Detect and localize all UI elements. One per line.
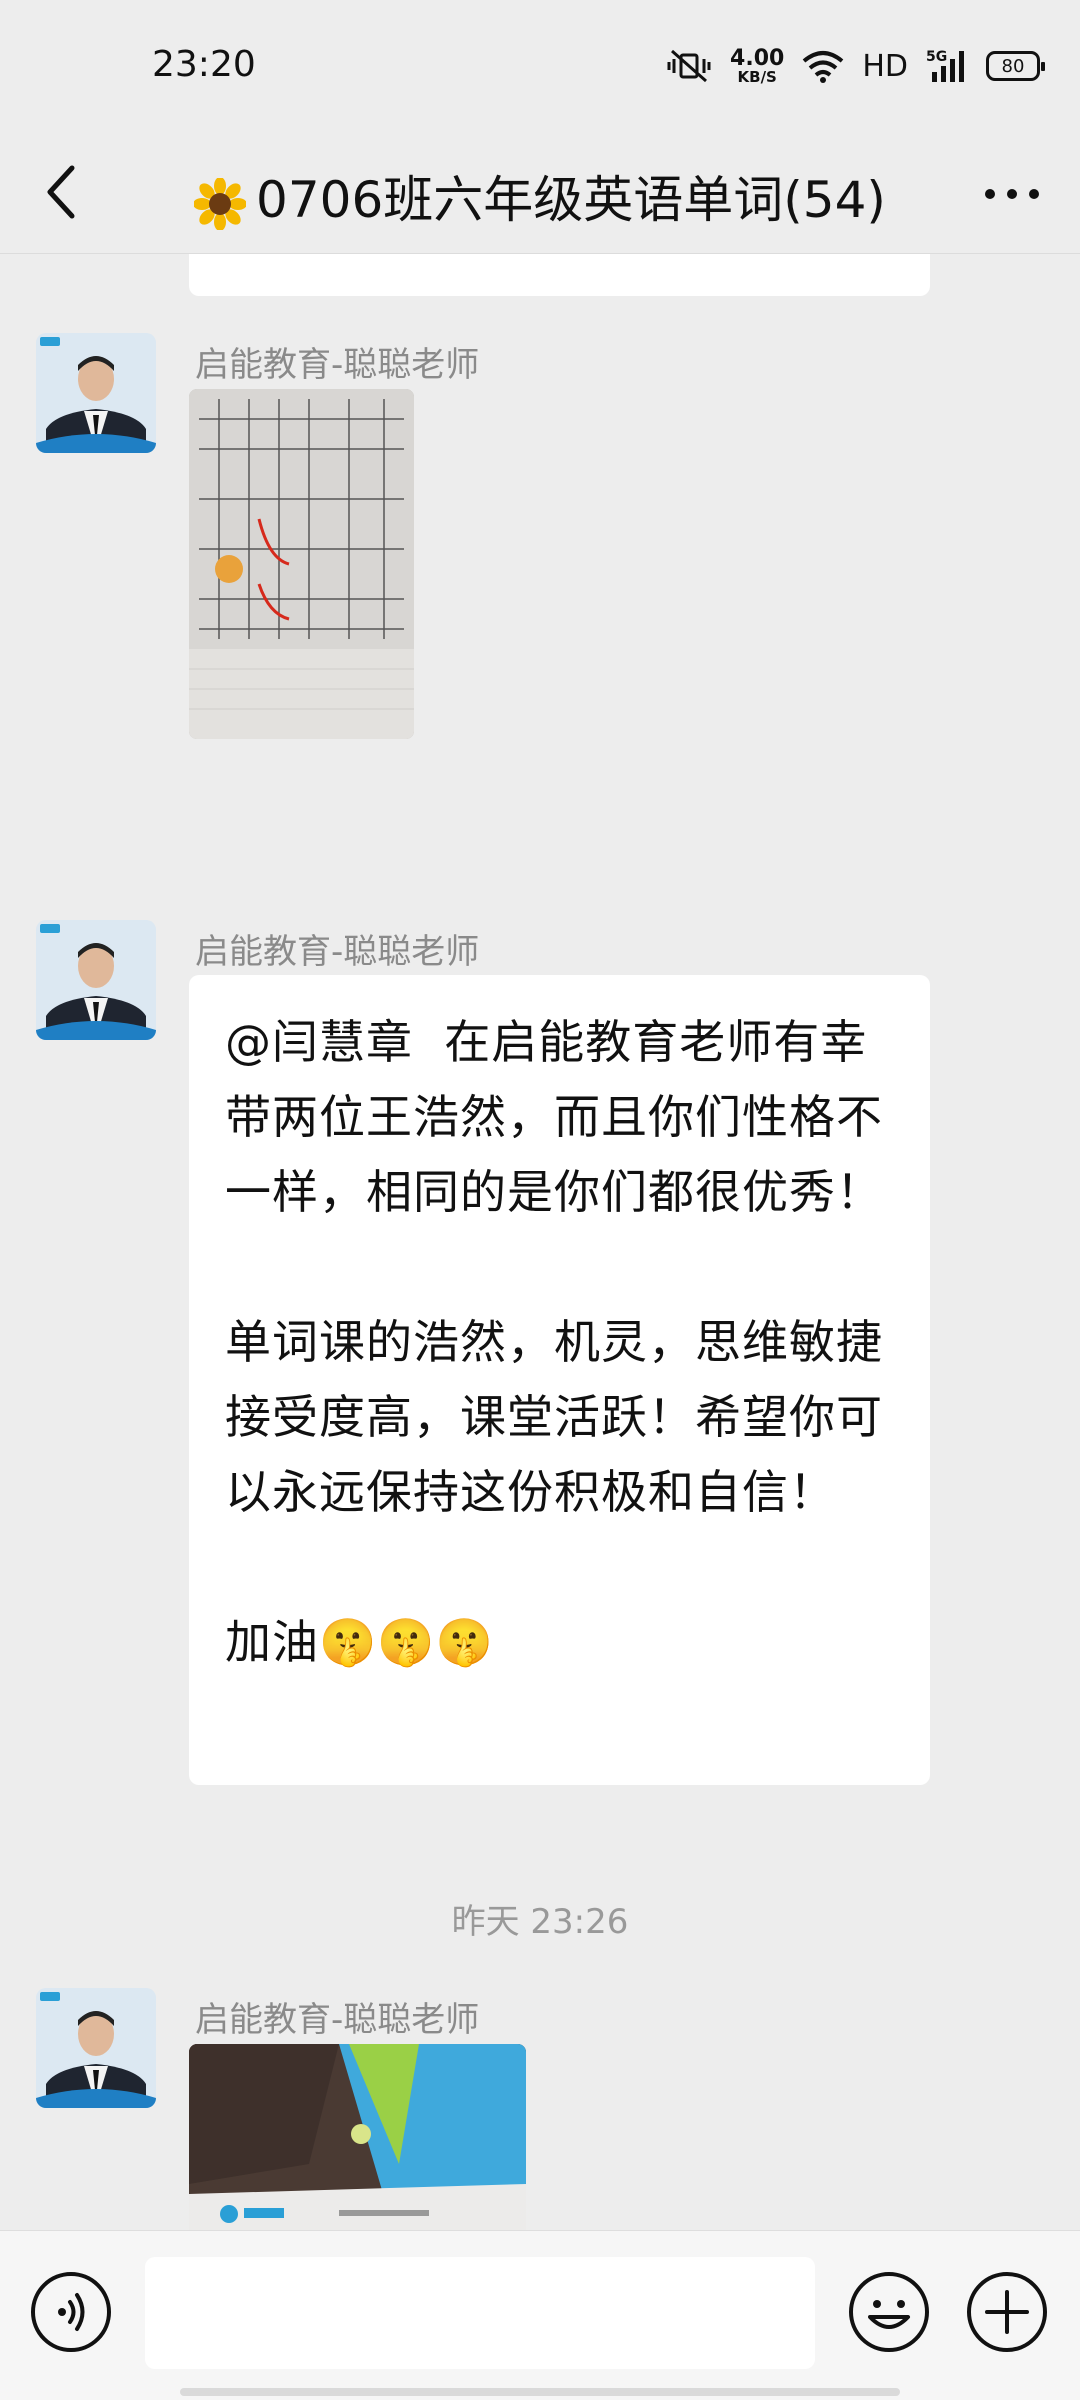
sunflower-icon: [194, 177, 247, 230]
sender-name: 启能教育-聪聪老师: [195, 932, 480, 972]
previous-message-bubble[interactable]: [189, 254, 930, 296]
emoji-icon[interactable]: [848, 2271, 930, 2353]
avatar[interactable]: [36, 920, 156, 1040]
vibrate-mute-icon: [667, 49, 711, 83]
chat-title: 0706班六年级英语单词(54): [0, 160, 1080, 232]
avatar[interactable]: [36, 1988, 156, 2108]
more-icon[interactable]: [980, 174, 1044, 214]
chat-title-text: 0706班六年级英语单词(54): [256, 171, 886, 229]
message-text: @闫慧章 在启能教育老师有幸带两位王浩然，而且你们性格不一样，相同的是你们都很优…: [225, 1015, 883, 1669]
speed-value: 4.00: [730, 45, 785, 71]
message-image-desk[interactable]: [189, 2044, 526, 2230]
timestamp: 昨天 23:26: [451, 1902, 629, 1942]
worksheet-photo-icon: [189, 389, 414, 739]
hd-label: HD: [862, 48, 908, 84]
status-time: 23:20: [152, 44, 256, 85]
message-input[interactable]: [145, 2257, 815, 2369]
battery-icon: 80: [986, 51, 1045, 81]
teacher-avatar-icon: [36, 1988, 156, 2108]
network-speed: 4.00 KB/S: [730, 45, 785, 86]
speed-unit: KB/S: [737, 67, 777, 86]
desk-photo-icon: [189, 2044, 526, 2230]
message-image-worksheet[interactable]: [189, 389, 414, 739]
status-bar: 23:20 4.00 KB/S HD 5G 80: [0, 0, 1080, 130]
gesture-bar: [180, 2388, 900, 2396]
chat-area[interactable]: 启能教育-聪聪老师 启能教育-聪聪老师 @闫慧章 在启能教育老师有幸带两位王浩然…: [0, 254, 1080, 2230]
sender-name: 启能教育-聪聪老师: [195, 2000, 480, 2040]
signal-5g-icon: 5G: [926, 49, 964, 82]
teacher-avatar-icon: [36, 920, 156, 1040]
input-bar: [0, 2230, 1080, 2400]
voice-input-icon[interactable]: [30, 2271, 112, 2353]
wifi-icon: [803, 51, 844, 83]
plus-icon[interactable]: [966, 2271, 1048, 2353]
teacher-avatar-icon: [36, 333, 156, 453]
avatar[interactable]: [36, 333, 156, 453]
status-icons: 4.00 KB/S HD 5G 80: [666, 44, 1045, 88]
svg-text:5G: 5G: [926, 49, 947, 65]
message-bubble[interactable]: @闫慧章 在启能教育老师有幸带两位王浩然，而且你们性格不一样，相同的是你们都很优…: [189, 975, 930, 1785]
sender-name: 启能教育-聪聪老师: [195, 345, 480, 385]
title-bar: 0706班六年级英语单词(54): [0, 130, 1080, 254]
